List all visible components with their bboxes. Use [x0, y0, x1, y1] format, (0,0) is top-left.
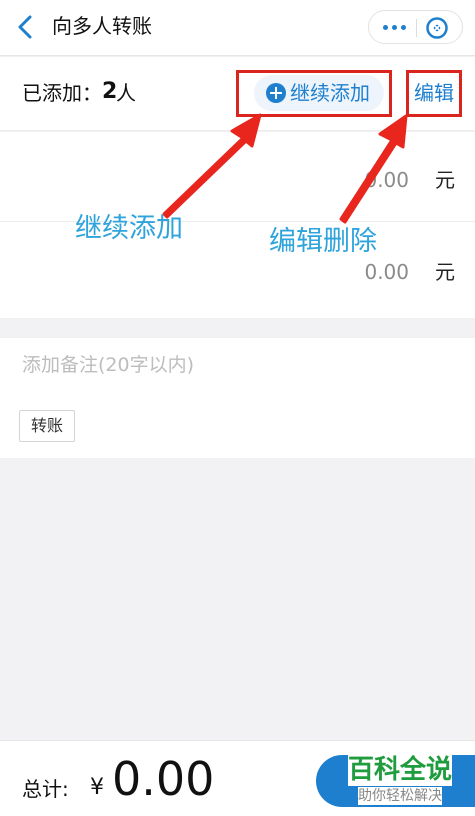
amount-unit: 元 — [435, 260, 455, 284]
total-amount: 0.00 — [112, 752, 215, 806]
amount-input[interactable]: 0.00 — [364, 258, 409, 286]
page-title: 向多人转账 — [52, 14, 152, 38]
note-tag-transfer[interactable]: 转账 — [19, 410, 75, 442]
mini-program-capsule — [368, 10, 463, 44]
recipient-list: 0.00 元 0.00 元 — [0, 132, 475, 318]
watermark-title: 百科全说 — [348, 754, 453, 786]
close-circle-icon[interactable] — [424, 15, 450, 41]
watermark: 百科全说 助你轻松解决 — [340, 754, 470, 810]
nav-bar: 向多人转账 — [0, 0, 475, 56]
note-card: 转账 — [0, 338, 475, 458]
watermark-subtitle: 助你轻松解决 — [358, 787, 442, 805]
more-dots-icon[interactable] — [375, 14, 413, 40]
amount-input[interactable]: 0.00 — [364, 166, 409, 194]
total-label: 总计: — [22, 777, 69, 801]
annotation-add-more: 继续添加 — [75, 213, 183, 244]
amount-unit: 元 — [435, 168, 455, 192]
recipient-row[interactable]: 0.00 元 — [0, 224, 475, 314]
annotation-edit-delete: 编辑删除 — [269, 226, 377, 257]
highlight-box-edit — [406, 70, 462, 117]
recipient-count-unit: 人 — [116, 81, 136, 105]
added-label: 已添加： — [22, 81, 102, 105]
highlight-box-add-more — [236, 70, 392, 117]
currency-symbol: ¥ — [90, 775, 104, 800]
capsule-divider — [416, 19, 417, 37]
note-input[interactable] — [22, 350, 452, 380]
chevron-left-icon[interactable] — [14, 14, 38, 40]
recipient-row[interactable]: 0.00 元 — [0, 132, 475, 222]
